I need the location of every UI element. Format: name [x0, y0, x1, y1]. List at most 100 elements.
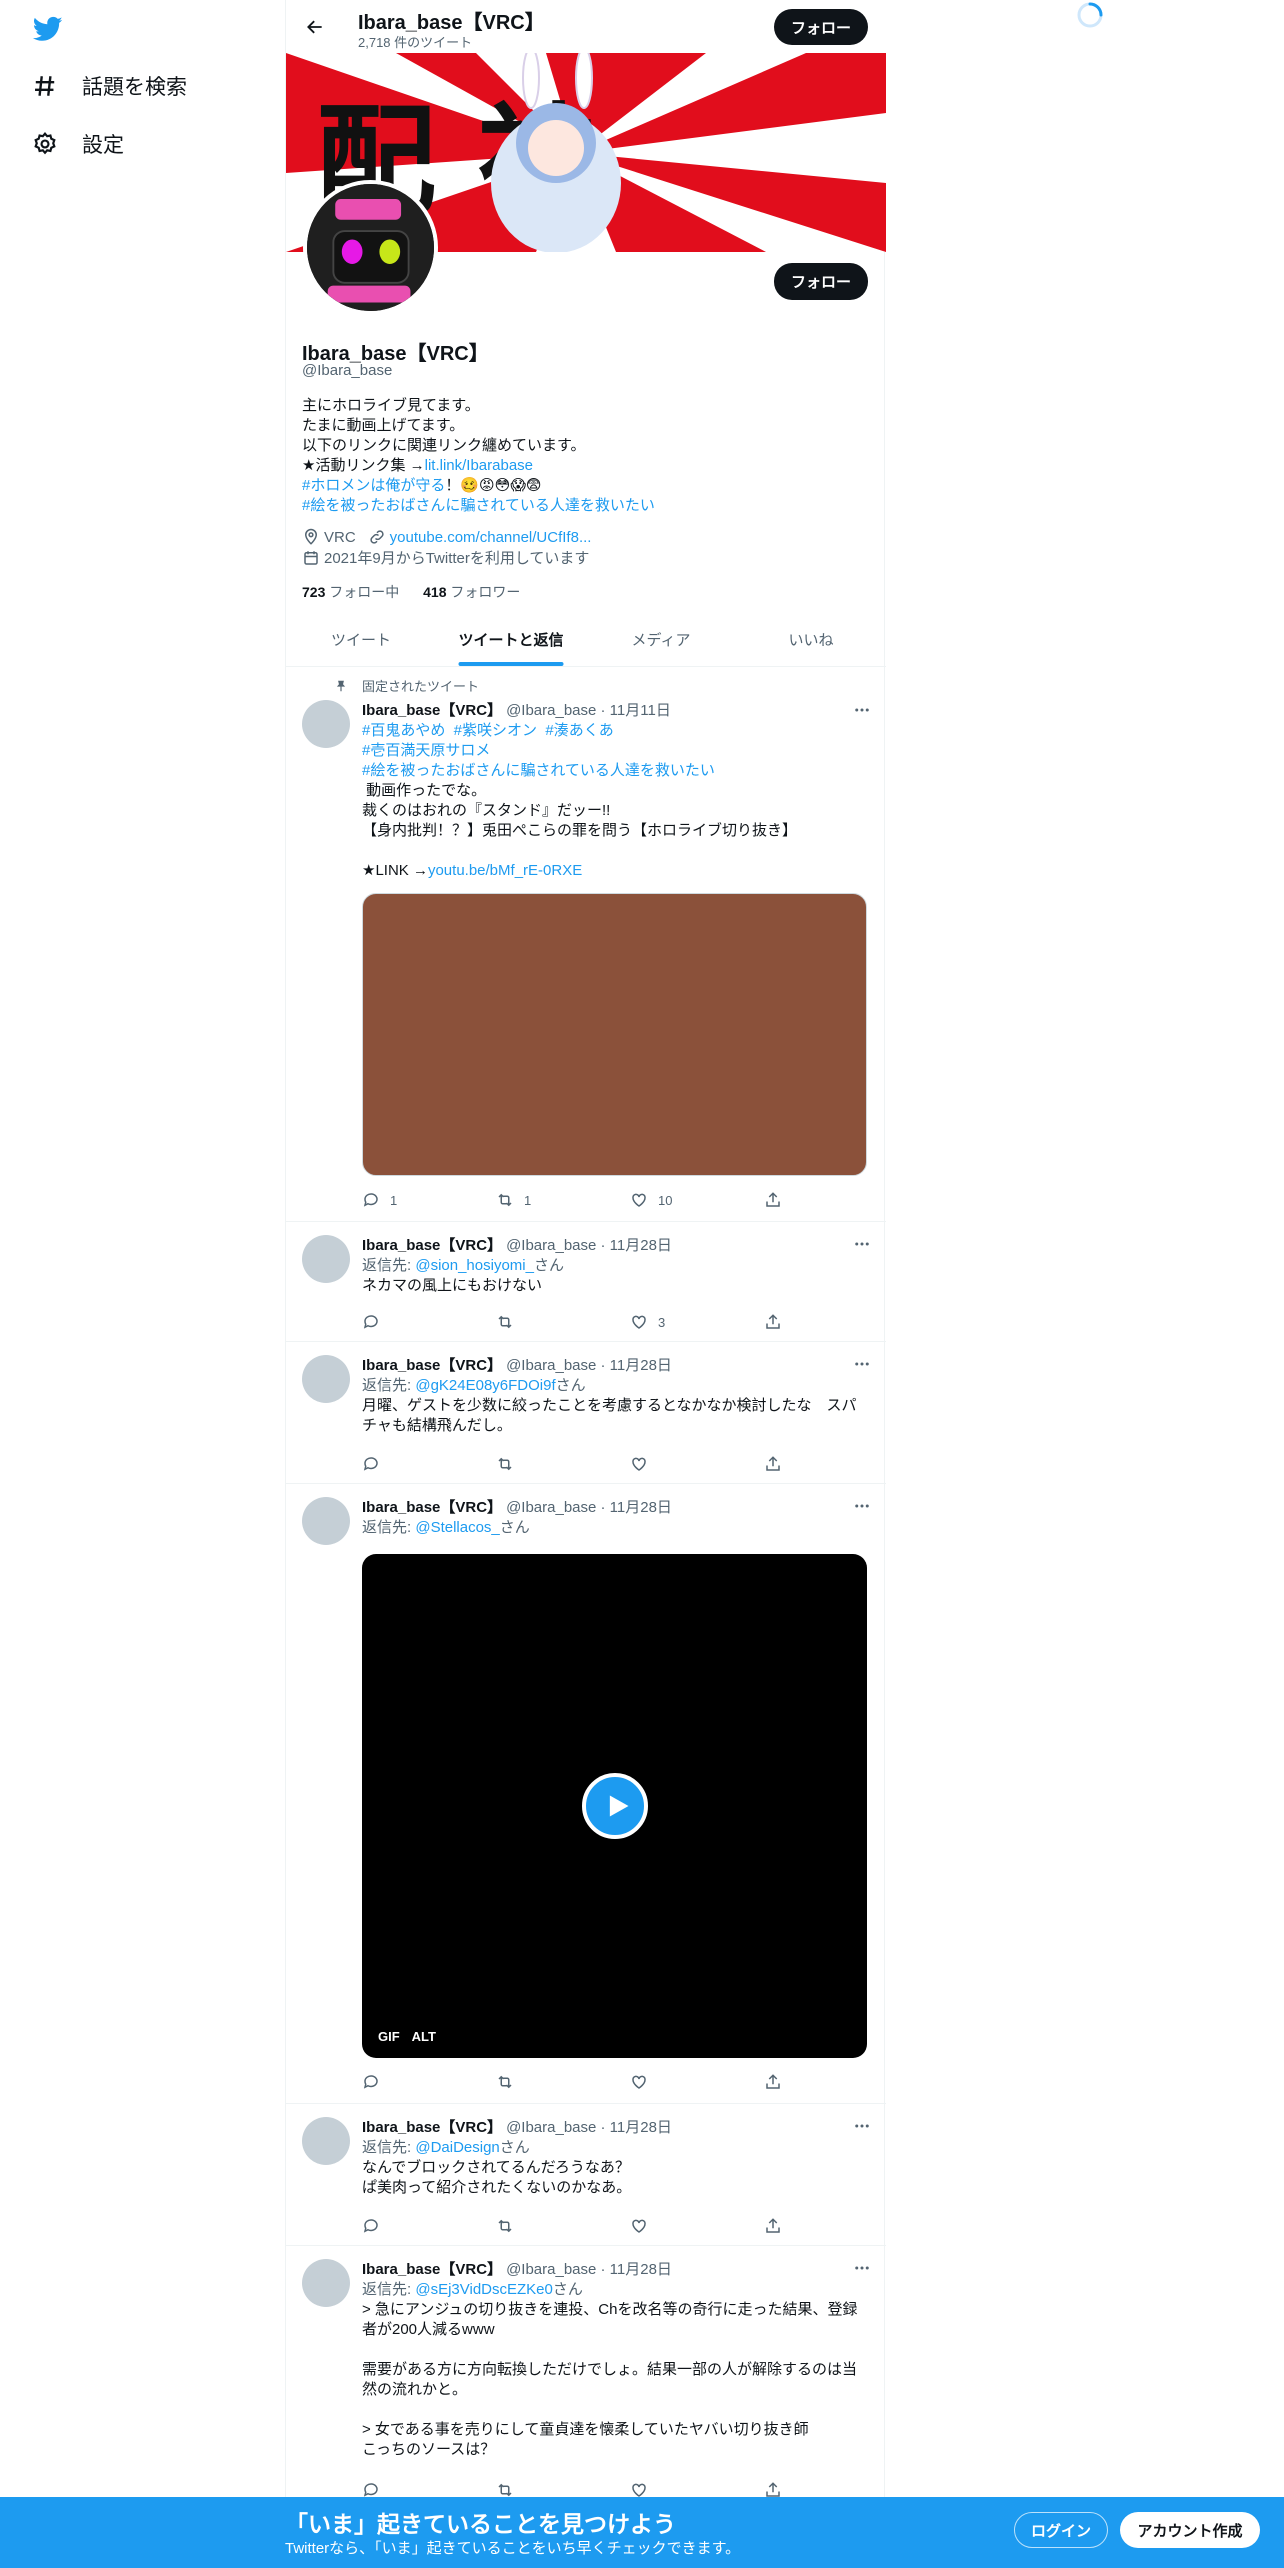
- avatar[interactable]: [302, 1497, 350, 1545]
- tweet[interactable]: Ibara_base【VRC】 @Ibara_base · 11月28日 返信先:…: [286, 1342, 886, 1484]
- heart-icon: [632, 1457, 646, 1471]
- more-icon[interactable]: [850, 2116, 874, 2136]
- following-label[interactable]: フォロー中: [329, 584, 399, 600]
- reply-to-link[interactable]: @sEj3VidDscEZKe0: [415, 2281, 553, 2298]
- profile-join-date: 2021年9月からTwitterを利用しています: [324, 550, 590, 567]
- twitter-logo-icon[interactable]: [32, 14, 64, 44]
- retweet-button[interactable]: [496, 1454, 630, 1474]
- tweet-link[interactable]: youtu.be/bMf_rE-0RXE: [428, 862, 582, 879]
- play-button[interactable]: [582, 1773, 648, 1839]
- profile-handle: @Ibara_base: [302, 362, 393, 379]
- more-icon[interactable]: [850, 1354, 874, 1374]
- tweet[interactable]: Ibara_base【VRC】 @Ibara_base · 11月28日 返信先:…: [286, 2104, 886, 2246]
- like-button[interactable]: 10: [630, 1190, 764, 1210]
- avatar[interactable]: [302, 1355, 350, 1403]
- retweet-button[interactable]: 1: [496, 1190, 630, 1210]
- tweet-text: 返信先: @sion_hosiyomi_さん ネカマの風上にもおけない: [362, 1257, 564, 1294]
- reply-to-link[interactable]: @Stellacos_: [415, 1519, 499, 1536]
- login-button[interactable]: ログイン: [1014, 2512, 1108, 2548]
- tweet-meta: @Ibara_base · 11月28日: [506, 1357, 672, 1374]
- like-button[interactable]: [630, 2072, 764, 2092]
- followers-label[interactable]: フォロワー: [450, 584, 520, 600]
- alt-badge[interactable]: ALT: [412, 2029, 436, 2044]
- retweet-icon: [498, 2219, 512, 2233]
- tweet-actions: 1 1 10: [362, 1190, 802, 1210]
- arrow-left-icon: [307, 20, 322, 34]
- hashtag-link[interactable]: #百鬼あやめ #紫咲シオン #湊あくあ: [362, 722, 614, 739]
- avatar[interactable]: [302, 2259, 350, 2307]
- profile-tabs: ツイート ツイートと返信 メディア いいね: [286, 613, 886, 667]
- profile-avatar[interactable]: [303, 180, 438, 315]
- like-button[interactable]: [630, 1454, 764, 1474]
- signup-banner-title: 「いま」起きていることを見つけよう: [285, 2511, 676, 2537]
- tweet-author-name[interactable]: Ibara_base【VRC】: [362, 1499, 502, 1516]
- profile-location: VRC: [324, 528, 356, 546]
- tweet-author-name[interactable]: Ibara_base【VRC】: [362, 1237, 502, 1254]
- bio-link[interactable]: lit.link/Ibarabase: [425, 457, 533, 474]
- followers-count[interactable]: 418: [423, 584, 446, 600]
- tweet[interactable]: Ibara_base【VRC】 @Ibara_base · 11月28日 返信先:…: [286, 1484, 886, 2104]
- profile-joined: 2021年9月からTwitterを利用しています: [302, 547, 589, 568]
- like-button[interactable]: 3: [630, 1312, 764, 1332]
- tab-likes[interactable]: いいね: [736, 613, 886, 666]
- sidebar-item-settings[interactable]: 設定: [32, 124, 124, 164]
- reply-to-link[interactable]: @gK24E08y6FDOi9f: [415, 1377, 555, 1394]
- follow-button[interactable]: フォロー: [774, 9, 868, 45]
- more-icon[interactable]: [850, 2258, 874, 2278]
- profile-bio: 主にホロライブ見てます。 たまに動画上げてます。 以下のリンクに関連リンク纏めて…: [302, 396, 862, 516]
- hashtag-link[interactable]: #ホロメンは俺が守る: [302, 477, 445, 494]
- tab-media[interactable]: メディア: [586, 613, 736, 666]
- tweet-media[interactable]: [362, 893, 867, 1176]
- signup-button[interactable]: アカウント作成: [1120, 2512, 1260, 2548]
- tab-tweets[interactable]: ツイート: [286, 613, 436, 666]
- avatar[interactable]: [302, 1235, 350, 1283]
- reply-icon: [363, 1193, 378, 1207]
- following-count[interactable]: 723: [302, 584, 325, 600]
- reply-button[interactable]: [362, 2216, 496, 2236]
- reply-button[interactable]: [362, 1312, 496, 1332]
- avatar[interactable]: [302, 700, 350, 748]
- reply-to-link[interactable]: @sion_hosiyomi_: [415, 1257, 534, 1274]
- retweet-button[interactable]: [496, 2216, 630, 2236]
- avatar[interactable]: [302, 2117, 350, 2165]
- more-icon[interactable]: [850, 1234, 874, 1254]
- hashtag-link[interactable]: #絵を被ったおばさんに騙されている人達を救いたい: [302, 497, 655, 514]
- sidebar-item-explore[interactable]: 話題を検索: [32, 66, 187, 106]
- hashtag-link[interactable]: #絵を被ったおばさんに騙されている人達を救いたい: [362, 762, 715, 779]
- share-button[interactable]: [764, 2072, 794, 2092]
- share-button[interactable]: [764, 1190, 794, 1210]
- tweet-author-name[interactable]: Ibara_base【VRC】: [362, 1357, 502, 1374]
- page-title: Ibara_base【VRC】: [358, 12, 545, 34]
- link-icon: [370, 530, 384, 544]
- share-icon: [766, 2074, 780, 2089]
- like-button[interactable]: [630, 2216, 764, 2236]
- share-button[interactable]: [764, 1454, 794, 1474]
- tweet-gif[interactable]: GIF ALT: [362, 1554, 867, 2058]
- tweet-header: Ibara_base【VRC】 @Ibara_base · 11月28日: [362, 1496, 672, 1517]
- more-icon[interactable]: [850, 1496, 874, 1516]
- reply-button[interactable]: [362, 1454, 496, 1474]
- reply-button[interactable]: [362, 2072, 496, 2092]
- back-button[interactable]: [298, 10, 332, 44]
- hashtag-link[interactable]: #壱百満天原サロメ: [362, 742, 490, 759]
- tweet[interactable]: Ibara_base【VRC】 @Ibara_base · 11月11日 #百鬼あ…: [286, 668, 886, 1222]
- share-button[interactable]: [764, 2216, 794, 2236]
- tweet-author-name[interactable]: Ibara_base【VRC】: [362, 2261, 502, 2278]
- tweet[interactable]: Ibara_base【VRC】 @Ibara_base · 11月28日 返信先:…: [286, 1222, 886, 1342]
- tweet-header: Ibara_base【VRC】 @Ibara_base · 11月11日: [362, 699, 671, 720]
- tweet[interactable]: Ibara_base【VRC】 @Ibara_base · 11月28日 返信先:…: [286, 2246, 886, 2500]
- tweet-author-name[interactable]: Ibara_base【VRC】: [362, 2119, 502, 2136]
- share-button[interactable]: [764, 1312, 794, 1332]
- retweet-button[interactable]: [496, 2072, 630, 2092]
- tweet-author-name[interactable]: Ibara_base【VRC】: [362, 702, 502, 719]
- tweet-meta: @Ibara_base · 11月11日: [506, 702, 671, 719]
- profile-follow-button[interactable]: フォロー: [774, 263, 868, 300]
- more-icon[interactable]: [850, 700, 874, 720]
- profile-header: Ibara_base【VRC】 2,718 件のツイート フォロー: [286, 0, 886, 53]
- profile-website-link[interactable]: youtube.com/channel/UCfIf8...: [390, 529, 592, 546]
- retweet-button[interactable]: [496, 1312, 630, 1332]
- reply-to-link[interactable]: @DaiDesign: [415, 2139, 499, 2156]
- location-icon: [304, 528, 318, 545]
- reply-button[interactable]: 1: [362, 1190, 496, 1210]
- tab-tweets-and-replies[interactable]: ツイートと返信: [436, 613, 586, 666]
